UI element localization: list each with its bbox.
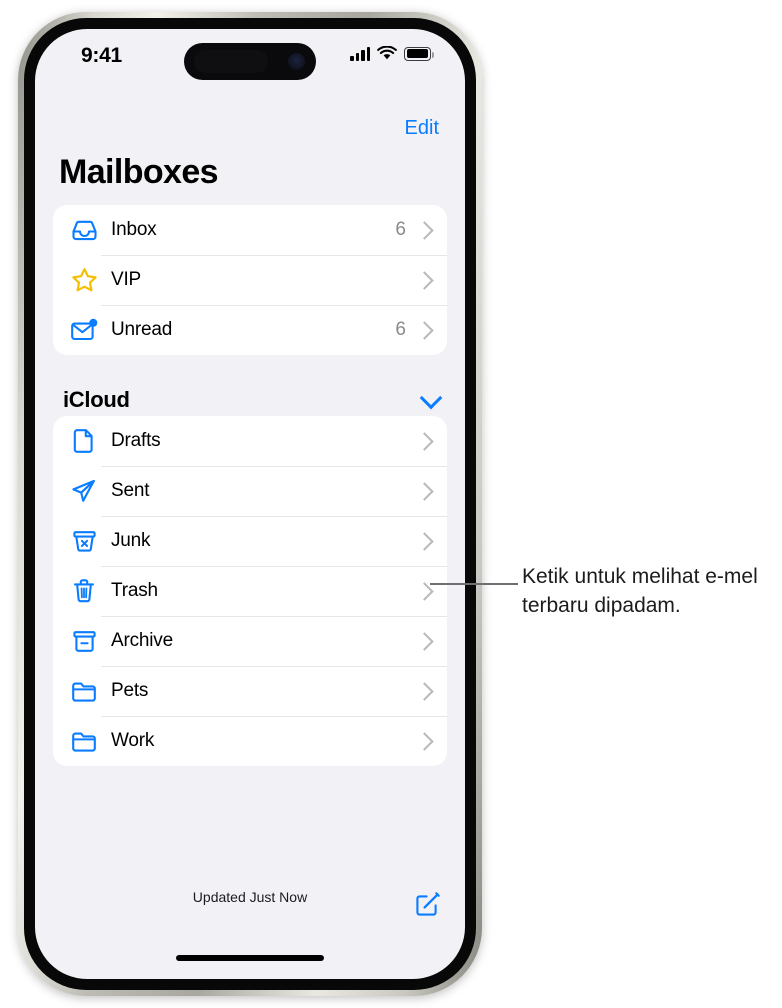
paper-plane-icon: [67, 478, 101, 504]
chevron-right-icon: [415, 631, 434, 651]
phone-bezel: 9:41 Edit Mailboxes Inbox 6 VIP Unread 6…: [24, 18, 476, 990]
wifi-icon: [377, 46, 397, 60]
folder-icon: [67, 730, 101, 753]
mailbox-row-work[interactable]: Work: [53, 716, 447, 766]
chevron-right-icon: [415, 270, 434, 290]
mailbox-label: Junk: [111, 530, 151, 551]
status-bar-time: 9:41: [81, 44, 122, 67]
section-title: iCloud: [63, 387, 130, 412]
chevron-right-icon: [415, 681, 434, 701]
edit-button[interactable]: Edit: [405, 117, 439, 140]
mailbox-count: 6: [395, 319, 406, 340]
callout-leader-line: [430, 583, 518, 585]
mailbox-label: Sent: [111, 480, 150, 501]
folder-icon: [67, 680, 101, 703]
sync-status-text: Updated Just Now: [192, 889, 308, 905]
inbox-tray-icon: [67, 219, 101, 242]
mailbox-row-junk[interactable]: Junk: [53, 516, 447, 566]
compose-icon[interactable]: [415, 891, 441, 917]
mailbox-label: VIP: [111, 269, 142, 290]
earpiece-speaker: [194, 50, 268, 73]
mailbox-label: Work: [111, 730, 155, 751]
mailbox-row-sent[interactable]: Sent: [53, 466, 447, 516]
mailbox-row-drafts[interactable]: Drafts: [53, 416, 447, 466]
mailbox-row-unread[interactable]: Unread 6: [53, 305, 447, 355]
mailbox-row-inbox[interactable]: Inbox 6: [53, 205, 447, 255]
star-icon: [67, 267, 101, 293]
chevron-right-icon: [415, 431, 434, 451]
mailbox-label: Trash: [111, 580, 158, 601]
icloud-mailbox-list: Drafts Sent Junk Trash Archive Pets Work: [53, 416, 447, 766]
mailbox-label: Drafts: [111, 430, 161, 451]
archive-box-icon: [67, 629, 101, 654]
page-title: Mailboxes: [59, 153, 219, 191]
icloud-section-header[interactable]: iCloud: [63, 386, 443, 413]
mailbox-row-archive[interactable]: Archive: [53, 616, 447, 666]
document-icon: [67, 428, 101, 454]
front-camera-icon: [288, 53, 305, 70]
phone-screen: 9:41 Edit Mailboxes Inbox 6 VIP Unread 6…: [35, 29, 465, 979]
home-indicator: [176, 955, 324, 961]
dynamic-island: [184, 43, 316, 80]
phone-frame: 9:41 Edit Mailboxes Inbox 6 VIP Unread 6…: [18, 12, 482, 996]
chevron-right-icon: [415, 731, 434, 751]
chevron-right-icon: [415, 220, 434, 240]
mailbox-label: Archive: [111, 630, 173, 651]
mailbox-count: 6: [395, 219, 406, 240]
signal-bars-icon: [350, 46, 370, 61]
callout-text: Ketik untuk melihat e-mel terbaru dipada…: [522, 565, 758, 617]
mailbox-label: Unread: [111, 319, 173, 340]
chevron-right-icon: [415, 320, 434, 340]
chevron-right-icon: [415, 481, 434, 501]
trash-icon: [67, 578, 101, 604]
chevron-right-icon: [415, 531, 434, 551]
status-bar-icons: [350, 46, 434, 61]
mailbox-label: Pets: [111, 680, 149, 701]
mailbox-row-pets[interactable]: Pets: [53, 666, 447, 716]
junk-bin-icon: [67, 529, 101, 554]
primary-mailbox-list: Inbox 6 VIP Unread 6: [53, 205, 447, 355]
unread-envelope-icon: [67, 318, 101, 342]
mailbox-row-vip[interactable]: VIP: [53, 255, 447, 305]
status-bar: 9:41: [35, 29, 465, 87]
mailbox-row-trash[interactable]: Trash: [53, 566, 447, 616]
battery-icon: [404, 46, 434, 61]
chevron-down-icon[interactable]: [419, 386, 443, 409]
mailbox-label: Inbox: [111, 219, 157, 240]
